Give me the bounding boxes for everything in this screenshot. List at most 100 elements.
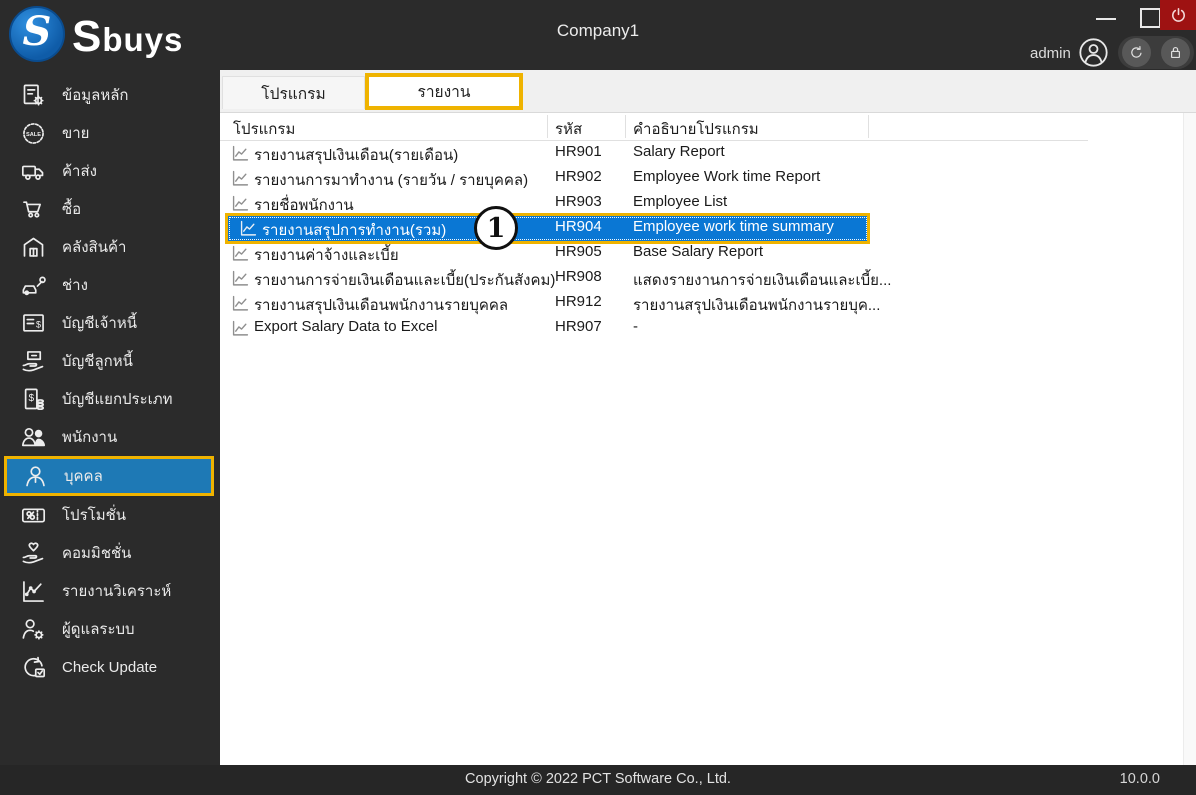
copyright-text: Copyright © 2022 PCT Software Co., Ltd.: [465, 771, 731, 787]
report-code: HR908: [555, 268, 602, 285]
report-code: HR904: [555, 218, 602, 235]
sidebar-item-employees[interactable]: พนักงาน: [0, 418, 220, 456]
minimize-icon: [1096, 18, 1116, 20]
person-icon: [19, 460, 51, 492]
master-data-icon: [17, 79, 49, 111]
column-divider: [868, 115, 869, 138]
sidebar-item-person[interactable]: บุคคล: [4, 456, 214, 496]
commission-icon: [17, 537, 49, 569]
tab-reports[interactable]: รายงาน: [365, 73, 523, 110]
sidebar-item-label: พนักงาน: [62, 429, 118, 446]
lock-button[interactable]: [1161, 38, 1190, 67]
table-row-hr905[interactable]: รายงานค่าจ้างและเบี้ย HR905 Base Salary Re…: [220, 241, 1088, 266]
report-chart-icon: [232, 195, 249, 212]
sidebar-item-system-admin[interactable]: ผู้ดูแลระบบ: [0, 610, 220, 648]
user-avatar-icon[interactable]: [1078, 37, 1109, 68]
column-header-code[interactable]: รหัส: [555, 117, 582, 141]
lock-icon: [1167, 44, 1184, 61]
service-icon: [17, 269, 49, 301]
refresh-button[interactable]: [1122, 38, 1151, 67]
column-header-description[interactable]: คำอธิบายโปรแกรม: [633, 117, 759, 141]
sidebar-item-label: ขาย: [62, 125, 90, 142]
sidebar-item-label: คอมมิชชั่น: [62, 545, 132, 562]
general-ledger-icon: $: [17, 383, 49, 415]
column-header-program[interactable]: โปรแกรม: [233, 117, 295, 141]
step-annotation-badge: 1: [474, 206, 518, 250]
report-chart-icon: [232, 320, 249, 337]
report-name: รายงานการจ่ายเงินเดือนและเบี้ย(ประกันสัง…: [254, 272, 556, 289]
report-description: Employee work time summary: [633, 218, 834, 235]
column-divider: [625, 115, 626, 138]
sidebar-item-label: Check Update: [62, 658, 158, 676]
svg-text:SALE: SALE: [26, 131, 41, 137]
column-divider: [547, 115, 548, 138]
report-description: -: [633, 318, 638, 335]
report-name: รายงานสรุปเงินเดือน(รายเดือน): [254, 147, 459, 164]
table-row-hr902[interactable]: รายงานการมาทำงาน (รายวัน / รายบุคคล) HR90…: [220, 166, 1088, 191]
sidebar-item-check-update[interactable]: Check Update: [0, 648, 220, 686]
report-code: HR905: [555, 243, 602, 260]
table-row-hr901[interactable]: รายงานสรุปเงินเดือน(รายเดือน) HR901 Salary…: [220, 141, 1088, 166]
sidebar-item-analysis-report[interactable]: รายงานวิเคราะห์: [0, 572, 220, 610]
report-name: รายงานการมาทำงาน (รายวัน / รายบุคคล): [254, 172, 529, 189]
report-chart-icon: [232, 295, 249, 312]
sidebar-item-warehouse[interactable]: คลังสินค้า: [0, 228, 220, 266]
sidebar-item-label: ซื้อ: [62, 201, 82, 218]
main-panel: โปรแกรม รายงาน โปรแกรม รหัส คำอธิบายโปรแ…: [220, 70, 1196, 765]
power-icon: [1169, 6, 1188, 25]
report-description: Base Salary Report: [633, 243, 764, 260]
accounts-receivable-icon: [17, 345, 49, 377]
report-chart-icon: [232, 270, 249, 287]
table-row-hr903[interactable]: รายชื่อพนักงาน HR903 Employee List: [220, 191, 1088, 216]
sidebar-item-promotion[interactable]: โปรโมชั่น: [0, 496, 220, 534]
report-description: รายงานสรุปเงินเดือนพนักงานรายบุค...: [633, 297, 881, 314]
sidebar-item-master-data[interactable]: ข้อมูลหลัก: [0, 76, 220, 114]
minimize-button[interactable]: [1093, 6, 1121, 28]
check-update-icon: [17, 651, 49, 683]
tab-programs[interactable]: โปรแกรม: [222, 76, 365, 109]
report-name: รายงานสรุปเงินเดือนพนักงานรายบุคคล: [254, 297, 509, 314]
sidebar-item-wholesale[interactable]: ค้าส่ง: [0, 152, 220, 190]
report-chart-icon: [240, 220, 257, 237]
sidebar-item-general-ledger[interactable]: $ บัญชีแยกประเภท: [0, 380, 220, 418]
sidebar-item-label: รายงานวิเคราะห์: [62, 583, 172, 600]
sidebar-item-label: ค้าส่ง: [62, 163, 97, 180]
sidebar-item-sale[interactable]: SALE ขาย: [0, 114, 220, 152]
table-row-hr904[interactable]: รายงานสรุปการทำงาน(รวม) HR904 Employee wor…: [228, 216, 868, 241]
sidebar-item-commission[interactable]: คอมมิชชั่น: [0, 534, 220, 572]
sidebar-item-purchase[interactable]: ซื้อ: [0, 190, 220, 228]
sidebar-item-label: ช่าง: [62, 277, 88, 294]
sidebar-item-accounts-receivable[interactable]: บัญชีลูกหนี้: [0, 342, 220, 380]
sidebar-item-service[interactable]: ช่าง: [0, 266, 220, 304]
table-row-hr907[interactable]: Export Salary Data to Excel HR907 -: [220, 316, 1088, 341]
report-name: รายชื่อพนักงาน: [254, 197, 354, 214]
report-code: HR901: [555, 143, 602, 160]
maximize-icon: [1140, 8, 1161, 28]
table-row-hr912[interactable]: รายงานสรุปเงินเดือนพนักงานรายบุคคล HR912 ร…: [220, 291, 1088, 316]
report-code: HR912: [555, 293, 602, 310]
sidebar-item-label: โปรโมชั่น: [62, 507, 127, 524]
sidebar-item-accounts-payable[interactable]: $ บัญชีเจ้าหนี้: [0, 304, 220, 342]
table-body: รายงานสรุปเงินเดือน(รายเดือน) HR901 Salary…: [220, 141, 1196, 721]
report-code: HR903: [555, 193, 602, 210]
employees-icon: [17, 421, 49, 453]
report-chart-icon: [232, 245, 249, 262]
power-button[interactable]: [1160, 0, 1196, 30]
system-admin-icon: [17, 613, 49, 645]
report-chart-icon: [232, 145, 249, 162]
sidebar-item-label: คลังสินค้า: [62, 239, 127, 256]
report-code: HR907: [555, 318, 602, 335]
sidebar-item-label: บัญชีเจ้าหนี้: [62, 315, 137, 332]
purchase-icon: [17, 193, 49, 225]
sale-icon: SALE: [17, 117, 49, 149]
analysis-report-icon: [17, 575, 49, 607]
status-bar: Copyright © 2022 PCT Software Co., Ltd. …: [0, 765, 1196, 795]
sidebar-item-label: ข้อมูลหลัก: [62, 87, 129, 104]
report-description: Salary Report: [633, 143, 725, 160]
report-name: รายงานสรุปการทำงาน(รวม): [262, 222, 447, 239]
report-chart-icon: [232, 170, 249, 187]
table-row-hr908[interactable]: รายงานการจ่ายเงินเดือนและเบี้ย(ประกันสัง…: [220, 266, 1088, 291]
table-header: โปรแกรม รหัส คำอธิบายโปรแกรม: [220, 113, 1088, 141]
logged-in-user: admin: [1030, 45, 1071, 62]
wholesale-icon: [17, 155, 49, 187]
